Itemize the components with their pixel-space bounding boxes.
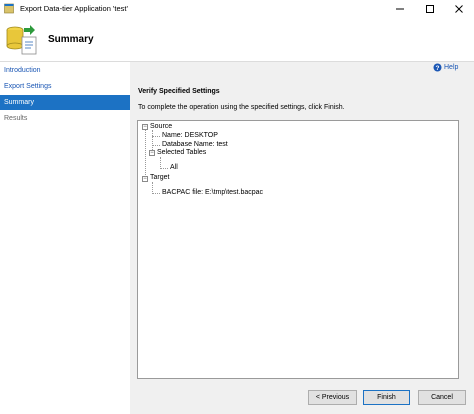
maximize-icon (426, 5, 434, 13)
help-label: Help (444, 64, 459, 71)
instruction-text: To complete the operation using the spec… (138, 104, 345, 111)
tree-node-target[interactable]: Target (150, 174, 169, 181)
settings-tree: − − − Source Name: DESKTOP Database Name… (138, 121, 458, 378)
collapse-target-toggle[interactable]: − (142, 176, 148, 182)
tree-connector (152, 145, 160, 146)
collapse-source-toggle[interactable]: − (142, 124, 148, 130)
minimize-icon (396, 8, 404, 10)
database-export-icon (6, 25, 37, 55)
wizard-content: ? Help Verify Specified Settings To comp… (130, 62, 474, 414)
page-title: Summary (48, 34, 94, 45)
collapse-tables-toggle[interactable]: − (149, 150, 155, 156)
sidebar-item-summary[interactable]: Summary (0, 95, 130, 110)
tree-connector (152, 130, 153, 152)
close-icon (455, 5, 463, 13)
finish-button[interactable]: Finish (363, 390, 410, 405)
wizard-header: Summary (0, 18, 474, 62)
tree-node-database[interactable]: Database Name: test (162, 141, 228, 148)
previous-button[interactable]: < Previous (308, 390, 357, 405)
help-icon: ? (433, 63, 442, 72)
title-bar: Export Data-tier Application 'test' (0, 0, 474, 18)
cancel-button[interactable]: Cancel (418, 390, 466, 405)
help-link[interactable]: ? Help (433, 63, 458, 72)
tree-node-selected-tables[interactable]: Selected Tables (157, 149, 206, 156)
tree-connector (145, 129, 146, 179)
svg-text:?: ? (436, 65, 440, 72)
tree-node-bacpac[interactable]: BACPAC file: E:\tmp\test.bacpac (162, 189, 263, 196)
tree-connector (152, 136, 160, 137)
close-button[interactable] (444, 0, 474, 18)
sidebar-item-introduction[interactable]: Introduction (0, 63, 130, 78)
settings-tree-panel[interactable]: − − − Source Name: DESKTOP Database Name… (137, 120, 459, 379)
tree-connector (160, 168, 168, 169)
maximize-button[interactable] (415, 0, 445, 18)
sidebar-item-export-settings[interactable]: Export Settings (0, 79, 130, 94)
wizard-sidebar: Introduction Export Settings Summary Res… (0, 62, 130, 414)
app-icon (4, 3, 14, 14)
sidebar-item-results: Results (4, 115, 28, 122)
minimize-button[interactable] (385, 0, 415, 18)
tree-node-name[interactable]: Name: DESKTOP (162, 132, 218, 139)
section-title: Verify Specified Settings (138, 88, 220, 95)
tree-node-all[interactable]: All (170, 164, 178, 171)
window-title: Export Data-tier Application 'test' (20, 4, 128, 13)
tree-connector (152, 193, 160, 194)
tree-node-source[interactable]: Source (150, 123, 172, 130)
